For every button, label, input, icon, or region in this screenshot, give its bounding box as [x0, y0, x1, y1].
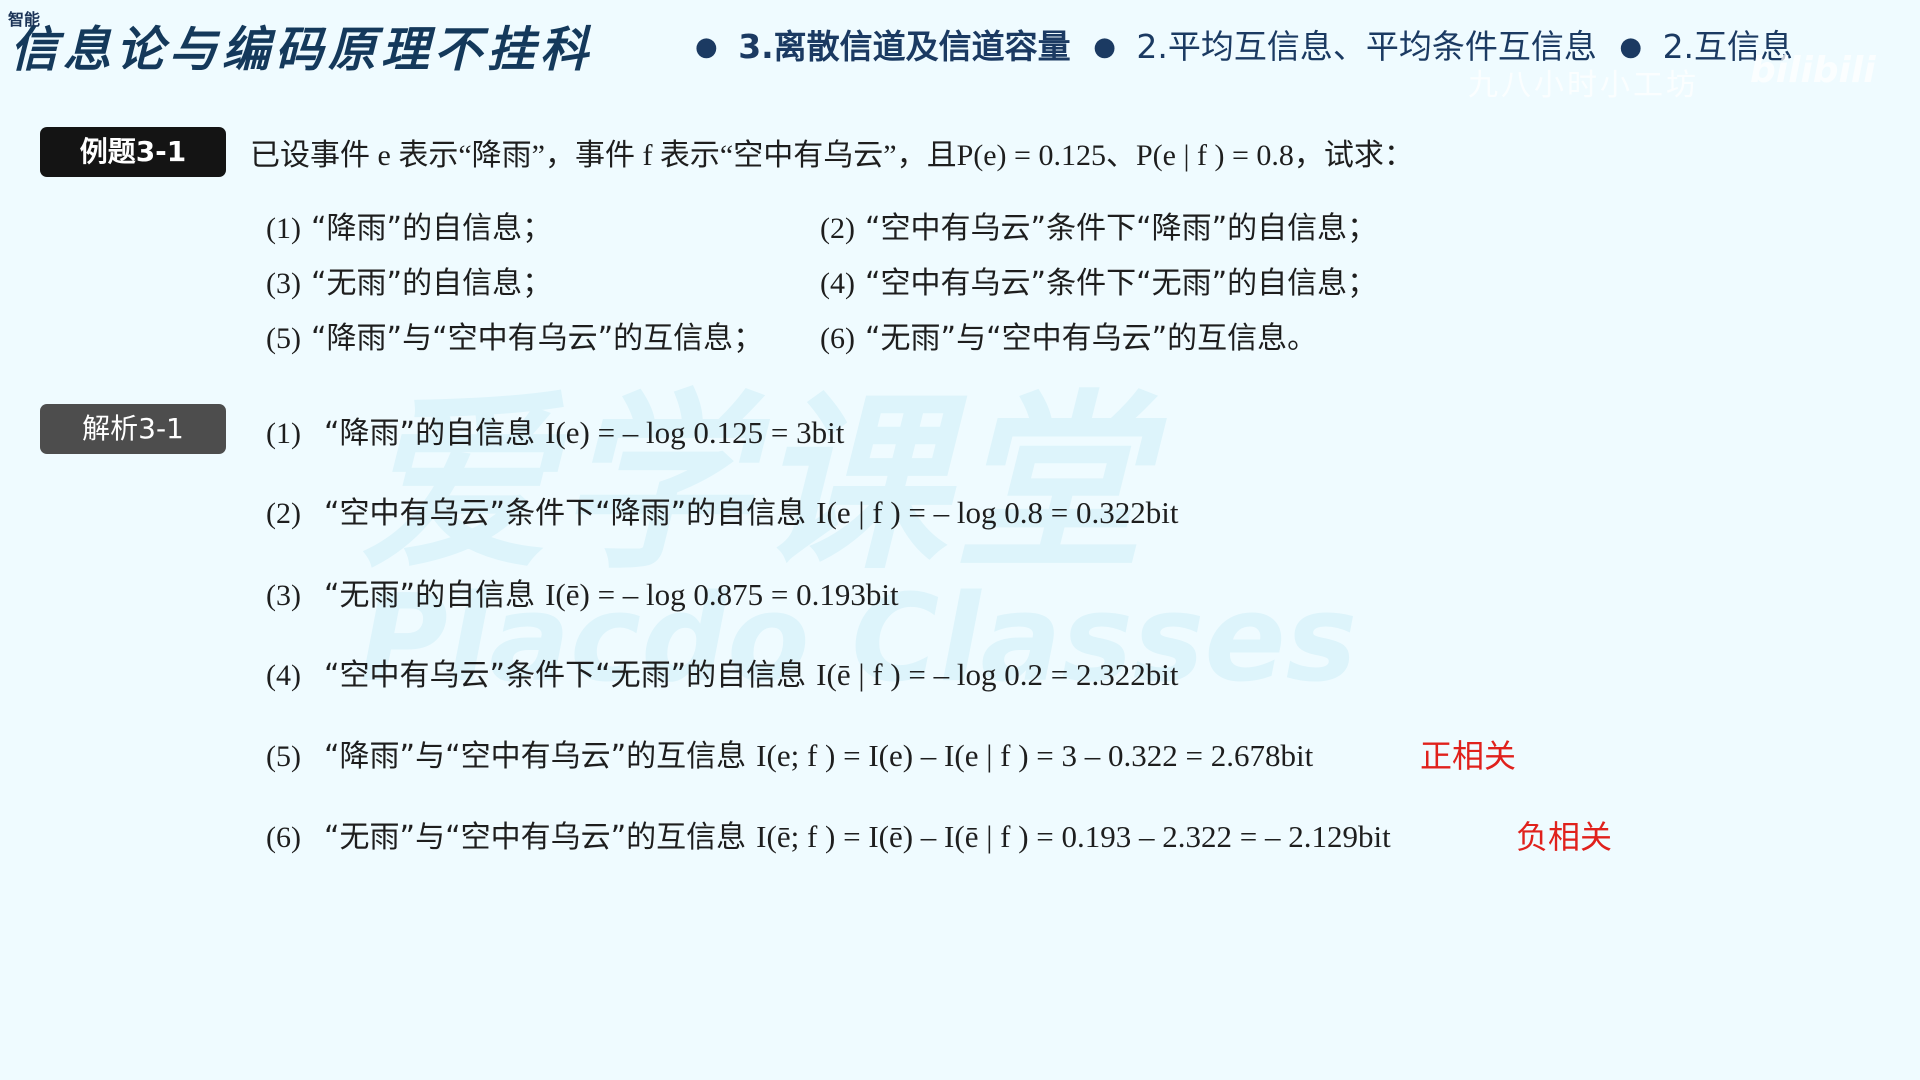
solution-formula: I(ē) = – log 0.875 = 0.193bit	[545, 577, 899, 612]
solution-row-1: (1) “降雨”的自信息 I(e) = – log 0.125 = 3bit	[266, 408, 844, 452]
question-text: “降雨”的自信息；	[310, 211, 553, 246]
bullet-icon: ●	[1093, 32, 1116, 62]
solution-formula: I(ē | f ) = – log 0.2 = 2.322bit	[816, 657, 1179, 692]
question-text: “无雨”与“空中有乌云”的互信息。	[864, 321, 1318, 356]
solution-row-4: (4) “空中有乌云”条件下“无雨”的自信息 I(ē | f ) = – log 0…	[266, 650, 1178, 694]
solution-formula: I(e) = – log 0.125 = 3bit	[545, 415, 845, 450]
solution-text: “无雨”的自信息	[324, 578, 536, 613]
solution-formula: I(ē; f ) = I(ē) – I(ē | f ) = 0.193 – 2.…	[756, 819, 1391, 854]
solution-text: “空中有乌云”条件下“无雨”的自信息	[324, 658, 807, 693]
bullet-icon: ●	[695, 32, 718, 62]
solution-number: (5)	[266, 740, 301, 773]
solution-number: (4)	[266, 659, 301, 692]
question-item-4: (4) “空中有乌云”条件下“无雨”的自信息；	[820, 258, 1377, 302]
question-number: (2)	[820, 212, 855, 245]
question-number: (4)	[820, 267, 855, 300]
header-bar: 信息论与编码原理不挂科 智能 ● 3.离散信道及信道容量 ● 2.平均互信息、平…	[0, 0, 1920, 103]
bilibili-logo: bilibili	[1750, 50, 1876, 91]
solution-number: (2)	[266, 497, 301, 530]
question-number: (5)	[266, 322, 301, 355]
solution-row-3: (3) “无雨”的自信息 I(ē) = – log 0.875 = 0.193bit	[266, 570, 899, 614]
question-item-6: (6) “无雨”与“空中有乌云”的互信息。	[820, 313, 1317, 357]
solution-formula: I(e; f ) = I(e) – I(e | f ) = 3 – 0.322 …	[756, 738, 1314, 773]
uploader-watermark: 九八小时小工坊	[1468, 68, 1699, 103]
solution-text: “降雨”与“空中有乌云”的互信息	[324, 739, 747, 774]
question-text: “降雨”与“空中有乌云”的互信息；	[310, 321, 764, 356]
question-number: (3)	[266, 267, 301, 300]
question-number: (6)	[820, 322, 855, 355]
question-text: “空中有乌云”条件下“降雨”的自信息；	[864, 211, 1378, 246]
question-text: “无雨”的自信息；	[310, 266, 553, 301]
background-watermark-main: 爱学课堂	[360, 374, 1153, 595]
bullet-icon: ●	[1619, 32, 1643, 62]
solution-formula: I(e | f ) = – log 0.8 = 0.322bit	[816, 495, 1179, 530]
question-item-5: (5) “降雨”与“空中有乌云”的互信息；	[266, 313, 763, 357]
question-text: “空中有乌云”条件下“无雨”的自信息；	[864, 266, 1378, 301]
solution-text: “空中有乌云”条件下“降雨”的自信息	[324, 496, 807, 531]
positive-correlation-note: 正相关	[1420, 737, 1517, 775]
course-title: 信息论与编码原理不挂科	[10, 22, 594, 78]
question-item-3: (3) “无雨”的自信息；	[266, 258, 552, 302]
example-label: 例题3-1	[40, 127, 226, 177]
solution-number: (6)	[266, 821, 301, 854]
question-number: (1)	[266, 212, 301, 245]
question-item-1: (1) “降雨”的自信息；	[266, 203, 552, 247]
solution-text: “无雨”与“空中有乌云”的互信息	[324, 820, 747, 855]
tag-label: 智能	[8, 10, 41, 29]
solution-number: (1)	[266, 417, 301, 450]
solution-number: (3)	[266, 579, 301, 612]
breadcrumb-item-chapter: 3.离散信道及信道容量	[738, 27, 1071, 66]
question-item-2: (2) “空中有乌云”条件下“降雨”的自信息；	[820, 203, 1377, 247]
negative-correlation-note: 负相关	[1516, 818, 1613, 856]
solution-row-5: (5) “降雨”与“空中有乌云”的互信息 I(e; f ) = I(e) – I(e…	[266, 731, 1313, 775]
solution-row-2: (2) “空中有乌云”条件下“降雨”的自信息 I(e | f ) = – log 0…	[266, 488, 1178, 532]
analysis-label: 解析3-1	[40, 404, 226, 454]
solution-row-6: (6) “无雨”与“空中有乌云”的互信息 I(ē; f ) = I(ē) – I(ē…	[266, 812, 1391, 856]
problem-statement: 已设事件 e 表示“降雨”，事件 f 表示“空中有乌云”，且P(e) = 0.1…	[250, 139, 1414, 172]
solution-text: “降雨”的自信息	[324, 416, 536, 451]
